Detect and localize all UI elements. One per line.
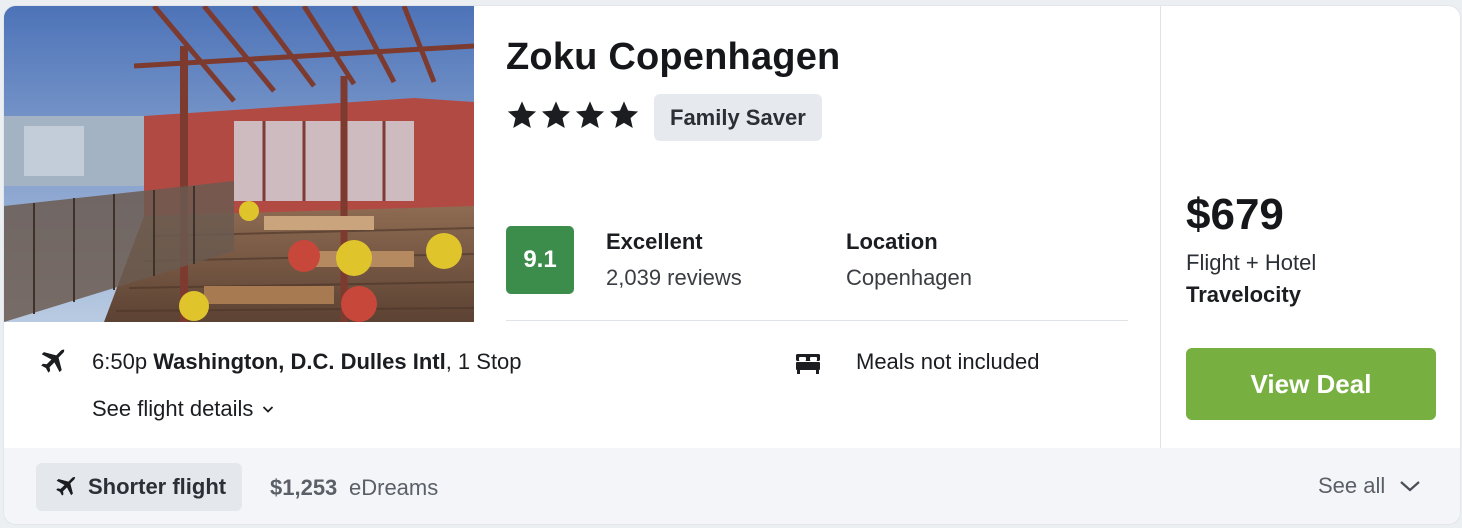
alternative-price[interactable]: $1,253 xyxy=(270,475,337,501)
details-divider xyxy=(506,320,1128,321)
shorter-flight-label: Shorter flight xyxy=(88,474,227,499)
review-count[interactable]: 2,039 reviews xyxy=(606,265,742,291)
airplane-icon xyxy=(56,476,76,496)
location-value: Copenhagen xyxy=(846,265,973,290)
alternative-provider[interactable]: eDreams xyxy=(349,475,438,501)
flight-stops: , 1 Stop xyxy=(445,349,522,374)
alternative-deal-bar: Shorter flight $1,253 eDreams See all xyxy=(4,448,1460,524)
star-icon xyxy=(541,101,571,128)
deal-price: $679 xyxy=(1186,190,1284,239)
rating-label: Excellent xyxy=(606,229,703,254)
chevron-down-icon xyxy=(1400,481,1421,492)
hotel-terrace-image xyxy=(4,6,474,322)
location-label: Location xyxy=(846,229,938,254)
chevron-down-icon xyxy=(263,406,274,413)
price-column-divider xyxy=(1160,6,1161,448)
see-flight-details-link[interactable]: See flight details xyxy=(92,396,275,422)
meals-info: Meals not included xyxy=(856,349,1040,374)
see-all-button[interactable]: See all xyxy=(1318,473,1421,499)
deal-provider: Travelocity xyxy=(1186,282,1301,307)
flight-airport: Washington, D.C. Dulles Intl xyxy=(153,349,446,374)
star-icon xyxy=(609,101,639,128)
star-rating xyxy=(506,95,640,135)
shorter-flight-chip[interactable]: Shorter flight xyxy=(36,463,243,511)
flight-time: 6:50p xyxy=(92,349,148,374)
hotel-deal-card[interactable]: Zoku Copenhagen Family Saver 9.1 Excelle… xyxy=(4,6,1460,524)
flight-summary: 6:50p Washington, D.C. Dulles Intl, 1 St… xyxy=(92,349,522,375)
hotel-name[interactable]: Zoku Copenhagen xyxy=(506,36,840,79)
package-type: Flight + Hotel xyxy=(1186,250,1317,275)
review-score-badge: 9.1 xyxy=(506,226,574,294)
airplane-icon xyxy=(41,349,65,373)
view-deal-button[interactable]: View Deal xyxy=(1186,348,1436,420)
family-saver-badge: Family Saver xyxy=(654,94,822,141)
see-all-label: See all xyxy=(1318,473,1386,498)
see-flight-details-label: See flight details xyxy=(92,396,254,421)
bed-icon xyxy=(796,354,820,374)
hotel-photo[interactable] xyxy=(4,6,474,322)
star-icon xyxy=(575,101,605,128)
star-icon xyxy=(507,101,537,128)
